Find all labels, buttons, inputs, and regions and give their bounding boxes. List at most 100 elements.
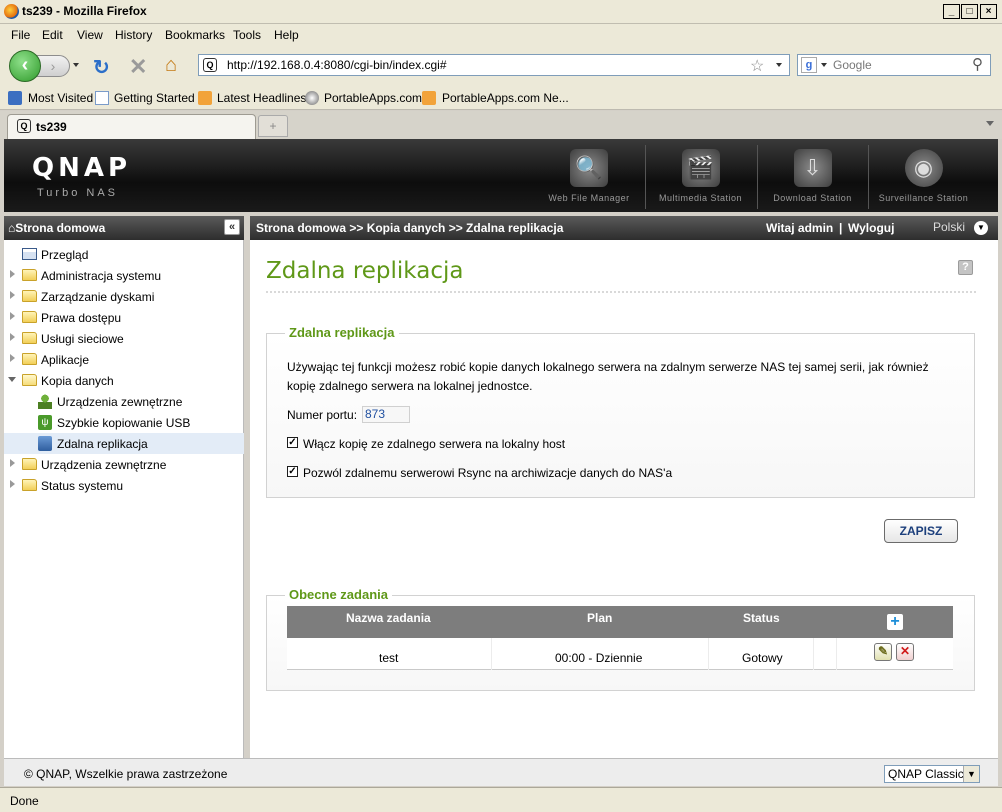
web-file-manager-app[interactable]: 🔍 Web File Manager: [534, 145, 644, 209]
collapse-arrow-icon[interactable]: [8, 377, 16, 382]
bookmark-latest-headlines[interactable]: Latest Headlines: [217, 91, 306, 105]
expand-arrow-icon[interactable]: [10, 480, 15, 488]
port-input[interactable]: 873: [362, 406, 410, 423]
menu-history[interactable]: History: [115, 28, 152, 42]
qnap-header: QNAP Turbo NAS 🔍 Web File Manager 🎬 Mult…: [4, 139, 998, 212]
save-button[interactable]: ZAPISZ: [884, 519, 958, 543]
chevron-down-icon[interactable]: ▼: [963, 766, 979, 782]
surveillance-station-app[interactable]: ◉ Surveillance Station: [868, 145, 978, 209]
help-icon[interactable]: ?: [958, 260, 973, 275]
bookmark-portableapps[interactable]: PortableApps.com: [324, 91, 422, 105]
column-divider: [836, 638, 837, 670]
column-header-plan[interactable]: Plan: [587, 611, 612, 625]
bookmark-portableapps-news[interactable]: PortableApps.com Ne...: [442, 91, 569, 105]
sidebar-item-disk-management[interactable]: Zarządzanie dyskami: [4, 286, 244, 307]
current-jobs-panel: Obecne zadania Nazwa zadania Plan Status…: [266, 587, 975, 691]
sidebar-item-backup[interactable]: Kopia danych: [4, 370, 244, 391]
logout-link[interactable]: Wyloguj: [848, 221, 894, 235]
allow-rsync-checkbox[interactable]: ✓: [287, 466, 298, 477]
maximize-button[interactable]: □: [961, 4, 978, 19]
qnap-logo: QNAP: [32, 153, 132, 183]
navigation-toolbar: › ‹ ↻ ✕ ⌂ Q http://192.168.0.4:8080/cgi-…: [0, 46, 1002, 86]
expand-arrow-icon[interactable]: [10, 333, 15, 341]
sidebar-item-usb-quick-copy[interactable]: ψ Szybkie kopiowanie USB: [4, 412, 244, 433]
menu-bar: File Edit View History Bookmarks Tools H…: [0, 24, 1002, 46]
forward-button[interactable]: ›: [36, 55, 70, 77]
sidebar-item-system-admin[interactable]: Administracja systemu: [4, 265, 244, 286]
delete-icon[interactable]: ✕: [896, 643, 914, 661]
qnap-favicon-icon: Q: [17, 119, 31, 133]
sidebar: Przegląd Administracja systemu Zarządzan…: [4, 240, 244, 758]
menu-tools[interactable]: Tools: [233, 28, 261, 42]
minimize-button[interactable]: _: [943, 4, 960, 19]
bookmark-most-visited[interactable]: Most Visited: [28, 91, 93, 105]
sidebar-header: ⌂Strona domowa «: [4, 216, 244, 240]
column-divider: [813, 638, 814, 670]
breadcrumb[interactable]: Strona domowa >> Kopia danych >> Zdalna …: [256, 221, 563, 235]
column-header-status[interactable]: Status: [743, 611, 780, 625]
folder-icon: [22, 353, 37, 365]
menu-edit[interactable]: Edit: [42, 28, 63, 42]
history-dropdown-icon[interactable]: [73, 63, 79, 67]
port-label: Numer portu:: [287, 408, 358, 422]
expand-arrow-icon[interactable]: [10, 270, 15, 278]
expand-arrow-icon[interactable]: [10, 354, 15, 362]
section-legend: Obecne zadania: [285, 587, 392, 602]
sidebar-item-applications[interactable]: Aplikacje: [4, 349, 244, 370]
menu-view[interactable]: View: [77, 28, 103, 42]
table-row[interactable]: test 00:00 - Dziennie Gotowy ✎ ✕: [287, 638, 953, 670]
stop-icon[interactable]: ✕: [129, 54, 147, 80]
bookmark-getting-started[interactable]: Getting Started: [114, 91, 195, 105]
sidebar-item-network-services[interactable]: Usługi sieciowe: [4, 328, 244, 349]
tab-bar: Q ts239 +: [0, 111, 1002, 139]
google-engine-icon[interactable]: g: [801, 57, 817, 73]
collapse-sidebar-button[interactable]: «: [224, 219, 240, 235]
column-header-name[interactable]: Nazwa zadania: [346, 611, 431, 625]
sidebar-item-remote-replication[interactable]: Zdalna replikacja: [4, 433, 244, 454]
expand-arrow-icon[interactable]: [10, 459, 15, 467]
sidebar-item-external-devices[interactable]: Urządzenia zewnętrzne: [4, 454, 244, 475]
download-station-app[interactable]: ⇩ Download Station: [757, 145, 867, 209]
search-icon[interactable]: ⚲: [972, 55, 983, 73]
engine-dropdown-icon[interactable]: [821, 63, 827, 67]
enable-remote-to-local-checkbox[interactable]: ✓: [287, 437, 298, 448]
tab-list-icon[interactable]: [986, 121, 994, 126]
expand-arrow-icon[interactable]: [10, 291, 15, 299]
app-label: Download Station: [773, 193, 852, 203]
welcome-text: Witaj admin: [766, 221, 834, 235]
back-button[interactable]: ‹: [9, 50, 41, 82]
edit-icon[interactable]: ✎: [874, 643, 892, 661]
expand-arrow-icon[interactable]: [10, 312, 15, 320]
language-dropdown-icon[interactable]: ▼: [974, 221, 988, 235]
sidebar-item-access-rights[interactable]: Prawa dostępu: [4, 307, 244, 328]
add-job-icon[interactable]: +: [887, 614, 903, 630]
home-icon[interactable]: ⌂: [165, 54, 177, 77]
bookmark-star-icon[interactable]: ☆: [750, 56, 764, 76]
new-tab-button[interactable]: +: [258, 115, 288, 137]
tab-ts239[interactable]: Q ts239: [7, 114, 256, 139]
menu-help[interactable]: Help: [274, 28, 299, 42]
tab-title: ts239: [36, 120, 67, 134]
url-bar[interactable]: Q http://192.168.0.4:8080/cgi-bin/index.…: [198, 54, 790, 76]
menu-bookmarks[interactable]: Bookmarks: [165, 28, 225, 42]
app-label: Web File Manager: [548, 193, 630, 203]
search-box[interactable]: g Google ⚲: [797, 54, 991, 76]
folder-icon: [22, 269, 37, 281]
sidebar-item-system-status[interactable]: Status systemu: [4, 475, 244, 496]
sidebar-item-overview[interactable]: Przegląd: [4, 244, 244, 265]
multimedia-station-app[interactable]: 🎬 Multimedia Station: [645, 145, 755, 209]
url-dropdown-icon[interactable]: [776, 63, 782, 67]
rss-icon: [422, 91, 436, 105]
language-label[interactable]: Polski: [933, 220, 965, 234]
window-titlebar: ts239 - Mozilla Firefox _ □ ×: [0, 0, 1002, 24]
folder-icon: [22, 311, 37, 323]
menu-file[interactable]: File: [11, 28, 30, 42]
qnap-favicon-icon: Q: [203, 58, 217, 72]
sidebar-title[interactable]: ⌂Strona domowa: [8, 221, 105, 235]
surveillance-camera-icon: ◉: [904, 149, 943, 187]
close-window-button[interactable]: ×: [980, 4, 997, 19]
web-file-manager-icon: 🔍: [570, 149, 608, 187]
theme-select[interactable]: QNAP Classic ▼: [884, 765, 980, 783]
sidebar-item-external-device-backup[interactable]: Urządzenia zewnętrzne: [4, 391, 244, 412]
reload-icon[interactable]: ↻: [93, 55, 110, 80]
